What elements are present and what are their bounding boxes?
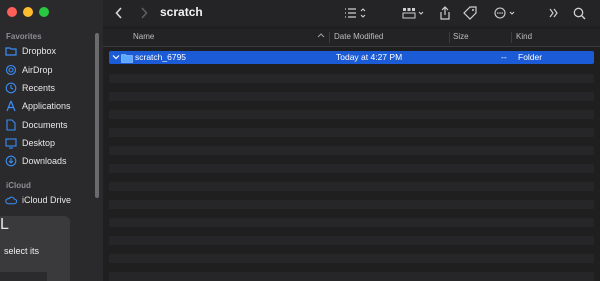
sidebar-item-label: Documents bbox=[22, 120, 68, 130]
column-date-modified[interactable]: Date Modified bbox=[334, 32, 383, 41]
sidebar-item-icloud-drive[interactable]: iCloud Drive bbox=[5, 192, 71, 208]
empty-row bbox=[109, 236, 594, 245]
column-name[interactable]: Name bbox=[133, 32, 154, 41]
sidebar-scrollbar[interactable] bbox=[95, 33, 99, 198]
group-button[interactable] bbox=[401, 4, 427, 22]
file-size: -- bbox=[501, 52, 507, 62]
expand-toolbar-button[interactable] bbox=[549, 4, 559, 22]
sidebar-section-favorites: Favorites bbox=[6, 32, 42, 41]
tag-button[interactable] bbox=[463, 4, 477, 22]
file-name: scratch_6795 bbox=[135, 52, 187, 62]
toolbar: scratch bbox=[103, 0, 600, 26]
minimize-window-button[interactable] bbox=[23, 7, 33, 17]
empty-row bbox=[109, 164, 594, 173]
empty-row bbox=[109, 200, 594, 209]
search-icon bbox=[573, 7, 586, 19]
action-button[interactable] bbox=[493, 4, 519, 22]
column-separator bbox=[511, 32, 512, 43]
column-kind[interactable]: Kind bbox=[516, 32, 532, 41]
empty-row bbox=[109, 272, 594, 281]
more-actions-icon bbox=[494, 7, 515, 19]
share-button[interactable] bbox=[439, 4, 451, 22]
tag-icon bbox=[463, 6, 477, 20]
sidebar-item-documents[interactable]: Documents bbox=[5, 117, 68, 133]
background-dialog: select its bbox=[0, 216, 70, 281]
sidebar-section-icloud: iCloud bbox=[6, 181, 31, 190]
applications-icon bbox=[5, 100, 17, 112]
back-button[interactable] bbox=[115, 4, 123, 22]
forward-button[interactable] bbox=[140, 4, 148, 22]
empty-row bbox=[109, 254, 594, 263]
document-icon bbox=[5, 119, 17, 131]
download-icon bbox=[5, 155, 17, 167]
file-date-modified: Today at 4:27 PM bbox=[336, 52, 403, 62]
file-kind: Folder bbox=[518, 52, 543, 62]
view-list-button[interactable] bbox=[343, 4, 369, 22]
folder-icon bbox=[5, 45, 17, 57]
table-row[interactable]: scratch_6795 Today at 4:27 PM -- Folder bbox=[109, 51, 594, 64]
desktop-icon bbox=[5, 137, 17, 149]
sidebar-item-label: Recents bbox=[22, 83, 56, 93]
window-controls bbox=[7, 7, 49, 17]
sidebar-item-downloads[interactable]: Downloads bbox=[5, 153, 67, 169]
close-window-button[interactable] bbox=[7, 7, 17, 17]
window-title: scratch bbox=[160, 5, 203, 19]
clock-icon bbox=[5, 82, 17, 94]
empty-row bbox=[109, 182, 594, 191]
share-icon bbox=[440, 6, 450, 20]
empty-row bbox=[109, 74, 594, 83]
empty-row bbox=[109, 110, 594, 119]
airdrop-icon bbox=[5, 64, 17, 76]
sidebar-item-label: Downloads bbox=[22, 156, 67, 166]
sidebar-item-applications[interactable]: Applications bbox=[5, 98, 71, 114]
grid-group-icon bbox=[402, 8, 424, 19]
sidebar-item-airdrop[interactable]: AirDrop bbox=[5, 62, 53, 78]
empty-row bbox=[109, 92, 594, 101]
sidebar-item-recents[interactable]: Recents bbox=[5, 80, 55, 96]
sidebar-item-label: Desktop bbox=[22, 138, 56, 148]
dialog-tail-text: L bbox=[0, 216, 9, 233]
chevron-right-icon bbox=[141, 7, 148, 19]
sidebar-item-label: Dropbox bbox=[22, 46, 57, 56]
sidebar-item-dropbox[interactable]: Dropbox bbox=[5, 43, 56, 59]
zoom-window-button[interactable] bbox=[39, 7, 49, 17]
column-separator bbox=[449, 32, 450, 43]
dialog-field bbox=[0, 272, 47, 281]
list-view-icon bbox=[345, 8, 366, 18]
disclosure-chevron-icon[interactable] bbox=[112, 53, 120, 63]
sidebar-item-desktop[interactable]: Desktop bbox=[5, 135, 55, 151]
sidebar-item-label: iCloud Drive bbox=[22, 195, 72, 205]
column-separator bbox=[329, 32, 330, 43]
column-header: Name Date Modified Size Kind bbox=[103, 29, 600, 47]
cloud-icon bbox=[5, 194, 17, 206]
sidebar-item-label: AirDrop bbox=[22, 65, 53, 75]
chevron-double-right-icon bbox=[549, 8, 558, 18]
file-list: scratch_6795 Today at 4:27 PM -- Folder bbox=[103, 47, 600, 281]
empty-row bbox=[109, 146, 594, 155]
sort-chevron-up-icon bbox=[317, 31, 325, 40]
column-size[interactable]: Size bbox=[453, 32, 469, 41]
sidebar-item-label: Applications bbox=[22, 101, 71, 111]
empty-row bbox=[109, 218, 594, 227]
empty-row bbox=[109, 128, 594, 137]
finder-window: Favorites Dropbox AirDrop Recents Applic… bbox=[0, 0, 600, 281]
search-button[interactable] bbox=[573, 4, 586, 22]
chevron-left-icon bbox=[115, 7, 122, 19]
folder-icon bbox=[121, 53, 133, 65]
dialog-text: select its bbox=[4, 246, 40, 256]
